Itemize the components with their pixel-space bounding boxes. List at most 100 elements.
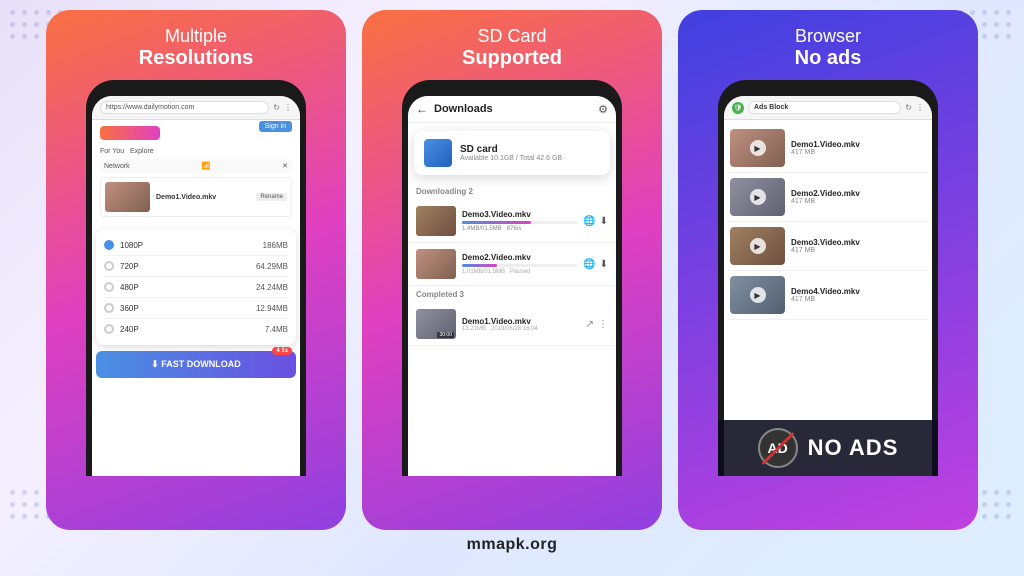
video-item-s3-1: ▶ Demo1.Video.mkv 417 MB: [728, 124, 928, 173]
res-item-480[interactable]: 480P 24.24MB: [104, 277, 288, 298]
more-icon[interactable]: ⋮: [598, 319, 608, 330]
play-btn-1[interactable]: ▶: [750, 140, 766, 156]
sdcard-text: SD card Available 10.1GB / Total 42.6 GB: [460, 144, 562, 162]
play-btn-3[interactable]: ▶: [750, 238, 766, 254]
signin-button[interactable]: Sign in: [259, 121, 292, 132]
comp-actions-1: ↗ ⋮: [586, 319, 608, 330]
phone-notch-2: [482, 88, 542, 96]
comp-meta-1: 13.21MB 2019/06/28 16:04: [462, 326, 580, 332]
rename-button[interactable]: Rename: [256, 193, 287, 201]
res-item-1080[interactable]: 1080P 186MB: [104, 235, 288, 256]
video-item-1: Demo1.Video.mkv Rename: [100, 177, 292, 217]
card1-title: Multiple Resolutions: [139, 26, 253, 70]
bottom-label: mmapk.org: [467, 536, 558, 554]
comp-name-1: Demo1.Video.mkv: [462, 317, 580, 326]
dl-progress-2: [462, 264, 577, 267]
globe-icon-1[interactable]: 🌐: [583, 216, 595, 227]
res-size-720: 64.29MB: [256, 262, 288, 271]
menu-icon[interactable]: ⋮: [284, 103, 292, 112]
res-radio-480: [104, 282, 114, 292]
v3-thumb-3: ▶: [730, 227, 785, 265]
settings-icon[interactable]: ⚙: [598, 103, 608, 116]
v3-size-3: 417 MB: [791, 247, 926, 254]
res-label-720: 720P: [120, 262, 139, 271]
phone-screen-3: 🛡 Ads Block ↻ ⋮ ▶ Demo1.Video.mkv 4: [724, 96, 932, 476]
v3-info-4: Demo4.Video.mkv 417 MB: [791, 287, 926, 303]
card1-title-line1: Multiple: [139, 26, 253, 47]
card3-title-line1: Browser: [795, 26, 862, 47]
v3-thumb-1: ▶: [730, 129, 785, 167]
sdcard-icon: [424, 139, 452, 167]
download-badge: 4 1s: [272, 347, 292, 355]
video-name-1: Demo1.Video.mkv: [156, 194, 216, 201]
phone-screen-2: ← Downloads ⚙ SD card Available 10.1GB /…: [408, 96, 616, 476]
sdcard-popup[interactable]: SD card Available 10.1GB / Total 42.6 GB: [414, 131, 610, 175]
sdcard-name: SD card: [460, 144, 562, 155]
video-thumb-1: [105, 182, 150, 212]
res-size-360: 12.94MB: [256, 304, 288, 313]
dl-info-1: Demo3.Video.mkv 1.4MB/01.5MB 876/s: [462, 210, 577, 232]
res-label-360: 360P: [120, 304, 139, 313]
comp-thumb-1: 30:00: [416, 309, 456, 339]
dl-speed-1: 1.4MB/01.5MB 876/s: [462, 226, 577, 232]
refresh-icon[interactable]: ↻: [273, 103, 280, 112]
phone-notch-1: [166, 88, 226, 96]
play-btn-2[interactable]: ▶: [750, 189, 766, 205]
dl-actions-2: 🌐 ⬇: [583, 259, 608, 270]
share-icon[interactable]: ↗: [586, 319, 594, 330]
res-radio-720: [104, 261, 114, 271]
res-label-480: 480P: [120, 283, 139, 292]
dl-actions-1: 🌐 ⬇: [583, 216, 608, 227]
card2-title-line2: Supported: [462, 47, 562, 70]
v3-name-3: Demo3.Video.mkv: [791, 238, 926, 247]
card3-title-line2: No ads: [795, 47, 862, 70]
dl-fill-1: [462, 221, 531, 224]
refresh-icon-3[interactable]: ↻: [905, 103, 912, 112]
card-noads: Browser No ads 🛡 Ads Block ↻ ⋮ ▶: [678, 10, 978, 530]
dl-thumb-1: [416, 206, 456, 236]
v3-info-3: Demo3.Video.mkv 417 MB: [791, 238, 926, 254]
res-size-1080: 186MB: [263, 241, 288, 250]
phones-row: Multiple Resolutions https://www.dailymo…: [20, 10, 1004, 530]
ads-block-label: Ads Block: [748, 101, 901, 114]
play-btn-4[interactable]: ▶: [750, 287, 766, 303]
res-item-240[interactable]: 240P 7.4MB: [104, 319, 288, 339]
dl-info-2: Demo2.Video.mkv 1.01MB/01.5MB Paused: [462, 253, 577, 275]
download-item-1: Demo3.Video.mkv 1.4MB/01.5MB 876/s 🌐: [408, 200, 616, 243]
res-size-480: 24.24MB: [256, 283, 288, 292]
res-radio-1080: [104, 240, 114, 250]
v3-thumb-2: ▶: [730, 178, 785, 216]
resolution-popup: 1080P 186MB 720P 64.29MB: [96, 229, 296, 345]
res-item-360[interactable]: 360P 12.94MB: [104, 298, 288, 319]
comp-duration-1: 30:00: [437, 332, 454, 338]
res-item-720[interactable]: 720P 64.29MB: [104, 256, 288, 277]
card-sdcard: SD Card Supported ← Downloads ⚙ SD card: [362, 10, 662, 530]
fast-download-button[interactable]: ⬇ FAST DOWNLOAD 4 1s: [96, 351, 296, 378]
menu-item[interactable]: For You Explore: [100, 148, 154, 155]
dl-name-2: Demo2.Video.mkv: [462, 253, 577, 262]
dl-paused-2: 1.01MB/01.5MB Paused: [462, 269, 577, 275]
v3-size-2: 417 MB: [791, 198, 926, 205]
phone-notch-3: [798, 88, 858, 96]
globe-icon-2[interactable]: 🌐: [583, 259, 595, 270]
card2-title: SD Card Supported: [462, 26, 562, 70]
dl-progress-1: [462, 221, 577, 224]
menu-icon-3[interactable]: ⋮: [916, 103, 924, 112]
download-icon-2[interactable]: ⬇: [600, 259, 608, 270]
v3-info-1: Demo1.Video.mkv 417 MB: [791, 140, 926, 156]
close-icon[interactable]: ✕: [282, 162, 288, 170]
back-button[interactable]: ←: [416, 102, 428, 116]
v3-name-2: Demo2.Video.mkv: [791, 189, 926, 198]
download-icon-1[interactable]: ⬇: [600, 216, 608, 227]
dl-thumb-2: [416, 249, 456, 279]
dl-name-1: Demo3.Video.mkv: [462, 210, 577, 219]
v3-thumb-4: ▶: [730, 276, 785, 314]
card1-title-line2: Resolutions: [139, 47, 253, 70]
v3-info-2: Demo2.Video.mkv 417 MB: [791, 189, 926, 205]
video-item-s3-2: ▶ Demo2.Video.mkv 417 MB: [728, 173, 928, 222]
res-size-240: 7.4MB: [265, 325, 288, 334]
card3-title: Browser No ads: [795, 26, 862, 70]
phone-mockup-3: 🛡 Ads Block ↻ ⋮ ▶ Demo1.Video.mkv 4: [718, 80, 938, 476]
v3-size-1: 417 MB: [791, 149, 926, 156]
website-content: Sign in For You Explore Network 📶 ✕: [92, 120, 300, 223]
